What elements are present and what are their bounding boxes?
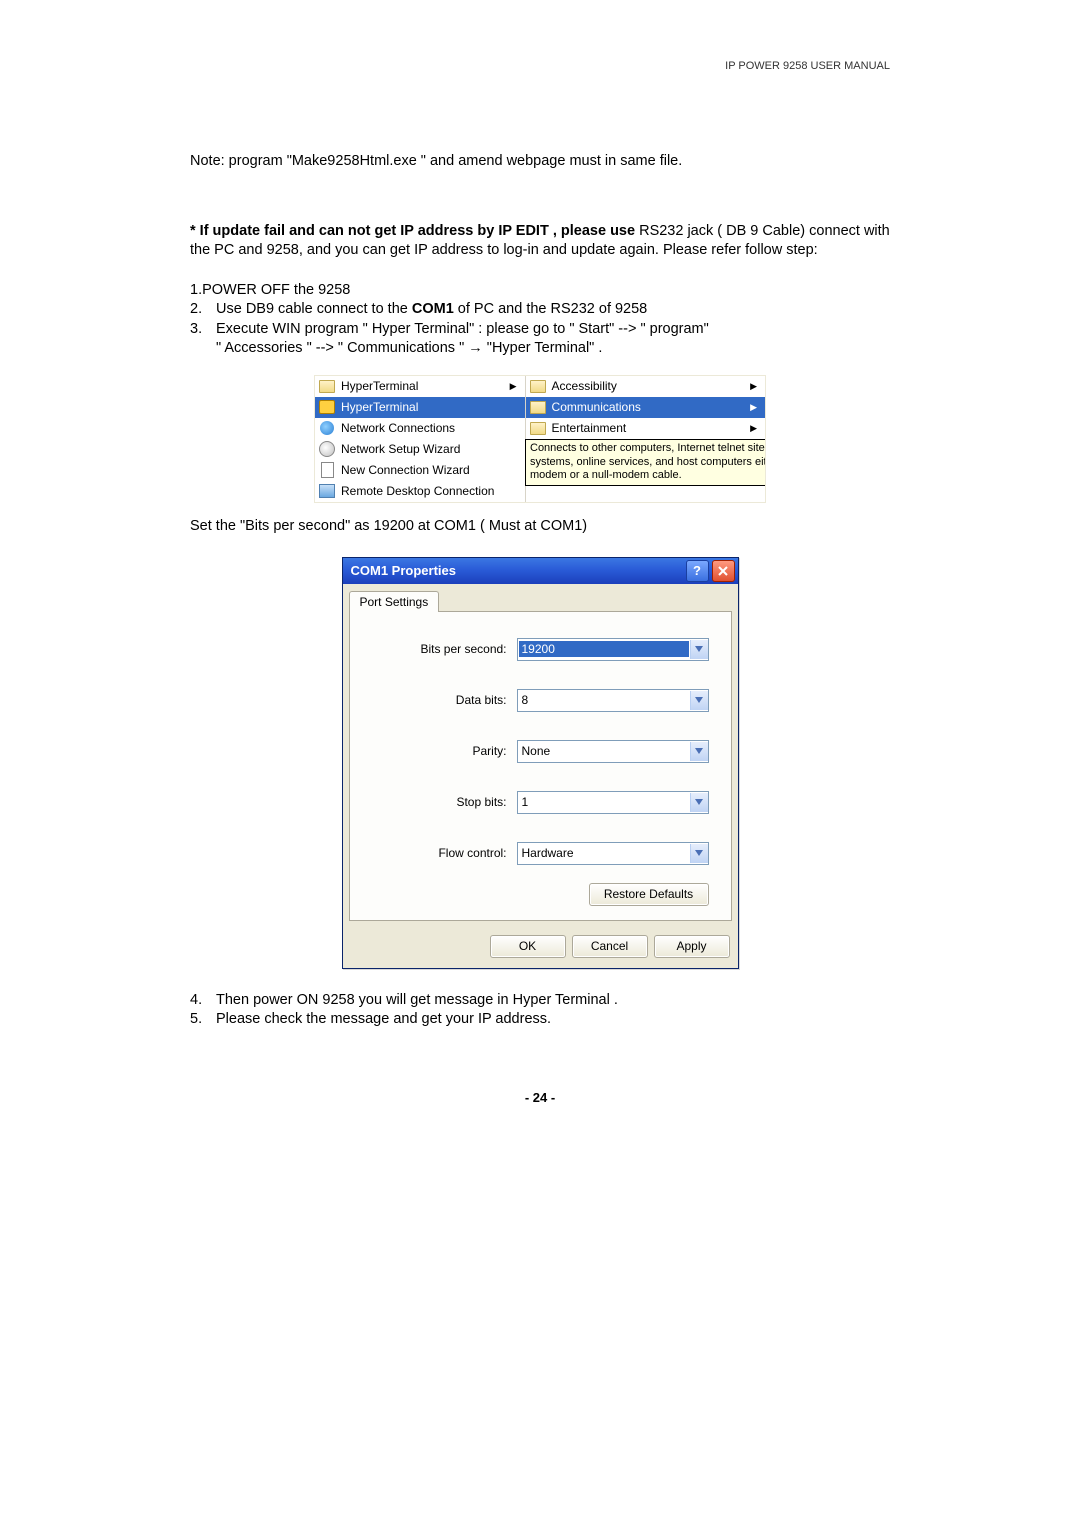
- folder-icon: [319, 378, 335, 394]
- menu-item-communications[interactable]: Communications ▶: [526, 397, 765, 418]
- menu-item-hyperterminal[interactable]: HyperTerminal: [315, 397, 525, 418]
- menu-item-network-setup-wizard[interactable]: Network Setup Wizard: [315, 439, 525, 460]
- chevron-right-icon: ▶: [510, 381, 521, 392]
- step-5-text: Please check the message and get your IP…: [216, 1010, 890, 1030]
- tab-panel: Bits per second: 19200 Data bits: 8 Pari…: [349, 611, 732, 921]
- bps-combo[interactable]: 19200: [517, 638, 709, 661]
- chevron-right-icon: ▶: [750, 423, 761, 434]
- menu-label: Network Setup Wizard: [341, 442, 521, 456]
- databits-label: Data bits:: [372, 693, 517, 707]
- menu-item-accessibility[interactable]: Accessibility ▶: [526, 376, 765, 397]
- header-title: IP POWER 9258 USER MANUAL: [190, 60, 890, 72]
- help-button[interactable]: ?: [686, 560, 709, 582]
- stopbits-label: Stop bits:: [372, 795, 517, 809]
- dialog-button-row: OK Cancel Apply: [343, 927, 738, 968]
- menu-item-hyperterminal-folder[interactable]: HyperTerminal ▶: [315, 376, 525, 397]
- step-3-num: 3.: [190, 320, 216, 340]
- rdp-icon: [319, 483, 335, 499]
- step-2-text: Use DB9 cable connect to the COM1 of PC …: [216, 300, 890, 320]
- menu-item-network-connections[interactable]: Network Connections: [315, 418, 525, 439]
- note-text: Note: program "Make9258Html.exe " and am…: [190, 152, 890, 172]
- folder-icon: [530, 420, 546, 436]
- menu-label: Network Connections: [341, 421, 521, 435]
- stopbits-value: 1: [518, 795, 690, 809]
- menu-label: New Connection Wizard: [341, 463, 521, 477]
- dialog-titlebar[interactable]: COM1 Properties ?: [343, 558, 738, 584]
- page-number: - 24 -: [190, 1090, 890, 1105]
- step-list-a: 1.POWER OFF the 9258 2. Use DB9 cable co…: [190, 281, 890, 359]
- menu-item-new-connection-wizard[interactable]: New Connection Wizard: [315, 460, 525, 481]
- bps-label: Bits per second:: [372, 642, 517, 656]
- restore-defaults-button[interactable]: Restore Defaults: [589, 883, 709, 906]
- dialog-title: COM1 Properties: [351, 563, 686, 578]
- chevron-down-icon[interactable]: [690, 793, 708, 812]
- menu-label: Communications: [552, 400, 751, 414]
- step-3-sub: " Accessories " --> " Communications " →…: [216, 339, 890, 359]
- ok-button[interactable]: OK: [490, 935, 566, 958]
- s2c: of PC and the RS232 of 9258: [454, 301, 647, 317]
- network-icon: [319, 420, 335, 436]
- step-5-num: 5.: [190, 1010, 216, 1030]
- menu-item-remote-desktop[interactable]: Remote Desktop Connection: [315, 481, 525, 502]
- close-button[interactable]: [712, 560, 735, 582]
- flowcontrol-label: Flow control:: [372, 846, 517, 860]
- chevron-right-icon: ▶: [750, 381, 761, 392]
- chevron-right-icon: ▶: [750, 402, 761, 413]
- tab-strip: Port Settings: [343, 584, 738, 611]
- menu-label: HyperTerminal: [341, 379, 510, 393]
- menu-left-col: HyperTerminal ▶ HyperTerminal Network Co…: [315, 376, 526, 502]
- databits-combo[interactable]: 8: [517, 689, 709, 712]
- parity-value: None: [518, 744, 690, 758]
- step-list-b: 4. Then power ON 9258 you will get messa…: [190, 991, 890, 1030]
- parity-combo[interactable]: None: [517, 740, 709, 763]
- step-1: 1.POWER OFF the 9258: [190, 281, 890, 301]
- step-2-num: 2.: [190, 300, 216, 320]
- bps-value: 19200: [519, 641, 689, 657]
- databits-value: 8: [518, 693, 690, 707]
- menu-label: Remote Desktop Connection: [341, 484, 521, 498]
- flowcontrol-value: Hardware: [518, 846, 690, 860]
- menu-label: Accessibility: [552, 379, 751, 393]
- menu-item-entertainment[interactable]: Entertainment ▶: [526, 418, 765, 439]
- folder-icon: [530, 378, 546, 394]
- cancel-button[interactable]: Cancel: [572, 935, 648, 958]
- wizard-icon: [319, 441, 335, 457]
- apply-button[interactable]: Apply: [654, 935, 730, 958]
- chevron-down-icon[interactable]: [690, 691, 708, 710]
- tooltip: Connects to other computers, Internet te…: [525, 439, 766, 486]
- step-3-text: Execute WIN program " Hyper Terminal" : …: [216, 320, 890, 340]
- folder-icon: [530, 399, 546, 415]
- s2b: COM1: [412, 301, 454, 317]
- chevron-down-icon[interactable]: [690, 640, 708, 659]
- flowcontrol-combo[interactable]: Hardware: [517, 842, 709, 865]
- step-4-num: 4.: [190, 991, 216, 1011]
- stopbits-combo[interactable]: 1: [517, 791, 709, 814]
- com1-properties-dialog: COM1 Properties ? Port Settings Bits per…: [342, 557, 739, 969]
- fail-prefix: * If update fail and can not get IP addr…: [190, 223, 639, 239]
- start-menu-screenshot: HyperTerminal ▶ HyperTerminal Network Co…: [314, 375, 766, 503]
- document-icon: [319, 462, 335, 478]
- hyperterminal-icon: [319, 399, 335, 415]
- manual-page: IP POWER 9258 USER MANUAL Note: program …: [190, 0, 890, 1145]
- tab-port-settings[interactable]: Port Settings: [349, 591, 440, 612]
- update-fail-text: * If update fail and can not get IP addr…: [190, 222, 890, 261]
- chevron-down-icon[interactable]: [690, 844, 708, 863]
- s2a: Use DB9 cable connect to the: [216, 301, 412, 317]
- parity-label: Parity:: [372, 744, 517, 758]
- chevron-down-icon[interactable]: [690, 742, 708, 761]
- step-4-text: Then power ON 9258 you will get message …: [216, 991, 890, 1011]
- menu-label: Entertainment: [552, 421, 751, 435]
- menu-label: HyperTerminal: [341, 400, 521, 414]
- bits-per-second-note: Set the "Bits per second" as 19200 at CO…: [190, 517, 890, 537]
